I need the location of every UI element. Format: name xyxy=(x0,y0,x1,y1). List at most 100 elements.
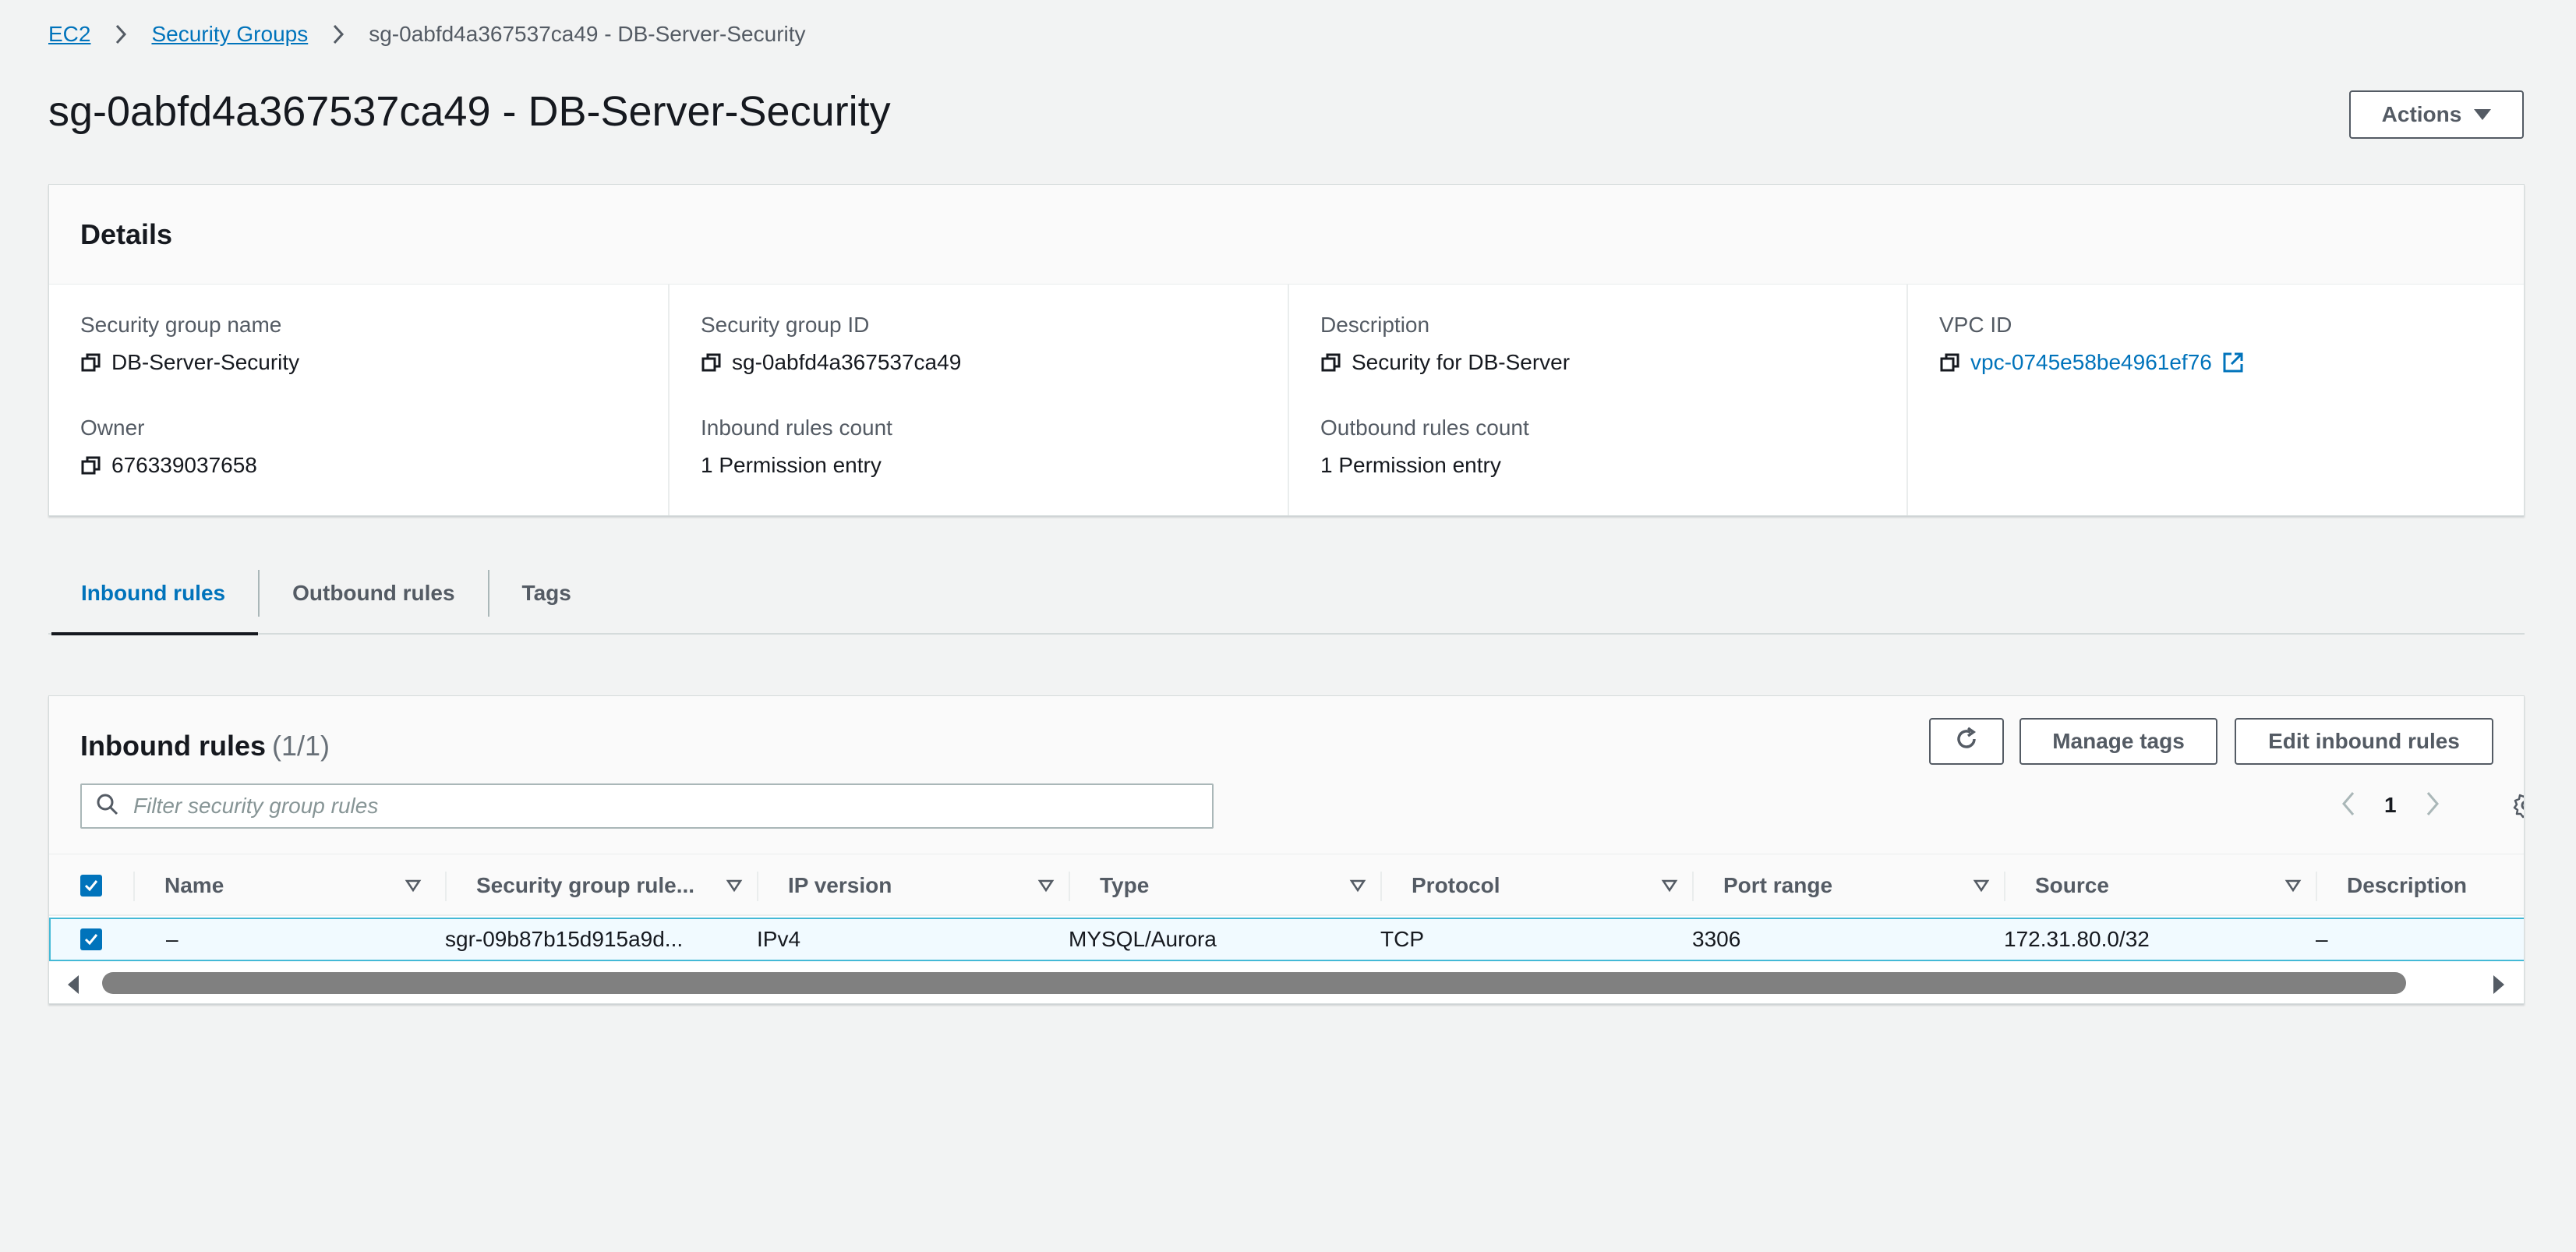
external-link-icon[interactable] xyxy=(2221,351,2245,374)
field-label: Security group name xyxy=(80,313,282,337)
search-icon xyxy=(96,793,119,820)
vpc-id-link[interactable]: vpc-0745e58be4961ef76 xyxy=(1970,347,2212,378)
pagination: 1 xyxy=(2341,788,2440,822)
field-value: 1 Permission entry xyxy=(1320,453,1501,477)
cell-name: – xyxy=(166,927,178,951)
breadcrumb-ec2-link[interactable]: EC2 xyxy=(48,22,90,47)
sort-down-icon[interactable] xyxy=(405,877,422,894)
field-label: VPC ID xyxy=(1939,313,2012,337)
filter-search-box xyxy=(80,783,1214,829)
page-title: sg-0abfd4a367537ca49 - DB-Server-Securit… xyxy=(48,88,891,135)
owner-field: Owner 676339037658 xyxy=(80,412,257,481)
sort-down-icon[interactable] xyxy=(1661,877,1678,894)
security-group-id-field: Security group ID sg-0abfd4a367537ca49 xyxy=(701,309,961,378)
chevron-right-icon xyxy=(327,23,350,46)
caret-down-icon xyxy=(2474,109,2492,120)
details-column-1: Security group name DB-Server-Security O… xyxy=(49,285,668,515)
field-value: Security for DB-Server xyxy=(1352,350,1571,374)
chevron-left-icon[interactable] xyxy=(2341,790,2356,821)
field-value: DB-Server-Security xyxy=(111,350,300,374)
column-header-type[interactable]: Type xyxy=(1069,854,1380,917)
horizontal-scrollbar[interactable] xyxy=(49,966,2524,1002)
scrollbar-thumb[interactable] xyxy=(102,972,2406,994)
cell-port-range: 3306 xyxy=(1692,927,1741,951)
column-header-protocol[interactable]: Protocol xyxy=(1380,854,1692,917)
sort-down-icon[interactable] xyxy=(726,877,743,894)
table-header: Name Security group rule... IP version T… xyxy=(49,854,2524,917)
row-checkbox[interactable] xyxy=(80,928,102,950)
cell-description: – xyxy=(2316,927,2328,951)
cell-ip-version: IPv4 xyxy=(757,927,801,951)
security-group-name-field: Security group name DB-Server-Security xyxy=(80,309,299,378)
details-heading: Details xyxy=(80,218,173,250)
details-column-3: Description Security for DB-Server Outbo… xyxy=(1288,285,1906,515)
breadcrumb-security-groups-link[interactable]: Security Groups xyxy=(151,22,308,47)
rules-count: (1/1) xyxy=(272,730,330,762)
inbound-rules-count-field: Inbound rules count 1 Permission entry xyxy=(701,412,892,481)
column-header-label: Port range xyxy=(1723,873,1833,897)
field-label: Owner xyxy=(80,416,145,440)
column-header-port-range[interactable]: Port range xyxy=(1692,854,2004,917)
actions-button-label: Actions xyxy=(2381,102,2462,126)
details-column-2: Security group ID sg-0abfd4a367537ca49 I… xyxy=(668,285,1287,515)
details-panel: Details Security group name DB-Server-Se… xyxy=(48,184,2525,516)
breadcrumb: EC2 Security Groups sg-0abfd4a367537ca49… xyxy=(48,19,806,50)
cell-source: 172.31.80.0/32 xyxy=(2004,927,2150,951)
actions-button[interactable]: Actions xyxy=(2349,90,2524,139)
inbound-rules-panel: Inbound rules (1/1) Manage tags Edit inbo… xyxy=(48,695,2525,1004)
copy-icon[interactable] xyxy=(1320,352,1342,373)
column-header-label: Source xyxy=(2035,873,2109,897)
copy-icon[interactable] xyxy=(80,454,102,476)
edit-inbound-rules-button[interactable]: Edit inbound rules xyxy=(2235,718,2493,765)
column-header-label: Description xyxy=(2347,873,2468,897)
row-checkbox-cell xyxy=(80,919,102,960)
column-header-label: Protocol xyxy=(1412,873,1500,897)
sort-down-icon[interactable] xyxy=(1037,877,1055,894)
field-label: Security group ID xyxy=(701,313,870,337)
copy-icon[interactable] xyxy=(1939,352,1961,373)
cell-protocol: TCP xyxy=(1380,927,1424,951)
details-grid: Security group name DB-Server-Security O… xyxy=(49,285,2524,515)
column-header-description[interactable]: Description xyxy=(2316,854,2518,917)
tab-outbound-rules[interactable]: Outbound rules xyxy=(260,553,487,634)
column-header-source[interactable]: Source xyxy=(2004,854,2316,917)
field-label: Inbound rules count xyxy=(701,416,892,440)
tab-inbound-rules[interactable]: Inbound rules xyxy=(48,553,259,635)
description-field: Description Security for DB-Server xyxy=(1320,309,1570,378)
sort-down-icon[interactable] xyxy=(1973,877,1990,894)
breadcrumb-current: sg-0abfd4a367537ca49 - DB-Server-Securit… xyxy=(369,22,806,46)
select-all-checkbox-cell xyxy=(80,854,102,917)
filter-input[interactable] xyxy=(133,794,1178,819)
cell-type: MYSQL/Aurora xyxy=(1069,927,1217,951)
column-header-ip-version[interactable]: IP version xyxy=(757,854,1069,917)
tab-tags[interactable]: Tags xyxy=(489,553,604,634)
scroll-right-arrow-icon[interactable] xyxy=(2493,975,2504,994)
column-header-label: Security group rule... xyxy=(476,873,695,897)
chevron-right-icon xyxy=(109,23,133,46)
select-all-checkbox[interactable] xyxy=(80,875,102,897)
rules-title-text: Inbound rules xyxy=(80,730,266,762)
field-value: 1 Permission entry xyxy=(701,453,882,477)
column-header-label: IP version xyxy=(788,873,892,897)
sort-down-icon[interactable] xyxy=(1349,877,1366,894)
details-column-4: VPC ID vpc-0745e58be4961ef76 xyxy=(1906,285,2525,515)
tab-bar: Inbound rules Outbound rules Tags xyxy=(48,553,2525,635)
rules-title: Inbound rules (1/1) xyxy=(80,724,330,768)
outbound-rules-count-field: Outbound rules count 1 Permission entry xyxy=(1320,412,1529,481)
page-number[interactable]: 1 xyxy=(2384,793,2397,818)
scroll-left-arrow-icon[interactable] xyxy=(68,975,79,994)
column-header-label: Name xyxy=(164,873,224,897)
sort-down-icon[interactable] xyxy=(2284,877,2302,894)
table-row[interactable]: – sgr-09b87b15d915a9d... IPv4 MYSQL/Auro… xyxy=(49,918,2524,961)
copy-icon[interactable] xyxy=(80,352,102,373)
column-header-rule-id[interactable]: Security group rule... xyxy=(445,854,757,917)
gear-icon[interactable] xyxy=(2511,790,2524,821)
field-label: Outbound rules count xyxy=(1320,416,1529,440)
copy-icon[interactable] xyxy=(701,352,723,373)
inbound-rules-table: Name Security group rule... IP version T… xyxy=(49,854,2524,961)
manage-tags-button[interactable]: Manage tags xyxy=(2019,718,2217,765)
column-header-name[interactable]: Name xyxy=(164,854,422,917)
column-header-label: Type xyxy=(1100,873,1150,897)
chevron-right-icon[interactable] xyxy=(2425,790,2440,821)
refresh-button[interactable] xyxy=(1929,718,2004,765)
